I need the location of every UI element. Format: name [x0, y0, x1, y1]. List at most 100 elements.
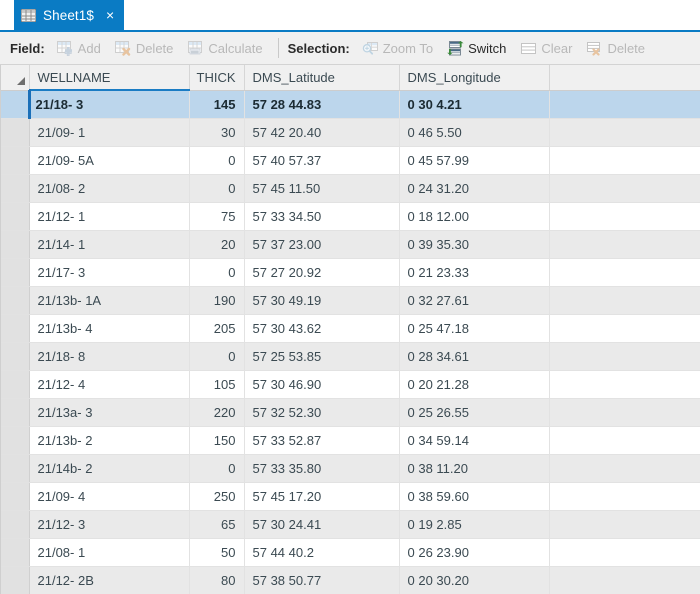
cell-dms-latitude[interactable]: 57 32 52.30	[244, 398, 400, 427]
cell-empty[interactable]	[549, 286, 700, 315]
table-row[interactable]: 21/17- 3 0 57 27 20.92 0 21 23.33	[1, 258, 700, 287]
close-icon[interactable]: ×	[104, 7, 116, 23]
cell-dms-latitude[interactable]: 57 33 52.87	[244, 426, 400, 455]
cell-wellname[interactable]: 21/13a- 3	[29, 398, 190, 427]
cell-dms-longitude[interactable]: 0 34 59.14	[399, 426, 550, 455]
cell-dms-latitude[interactable]: 57 45 11.50	[244, 174, 400, 203]
cell-wellname[interactable]: 21/18- 3	[27, 90, 190, 119]
row-selector-cell[interactable]	[1, 454, 30, 483]
cell-dms-longitude[interactable]: 0 20 30.20	[399, 566, 550, 594]
cell-dms-latitude[interactable]: 57 37 23.00	[244, 230, 400, 259]
cell-empty[interactable]	[549, 342, 700, 371]
selection-switch-button[interactable]: Switch	[441, 38, 512, 59]
selection-clear-button[interactable]: Clear	[514, 38, 578, 59]
cell-thick[interactable]: 80	[189, 566, 245, 594]
cell-empty[interactable]	[549, 118, 700, 147]
cell-dms-longitude[interactable]: 0 45 57.99	[399, 146, 550, 175]
cell-empty[interactable]	[549, 230, 700, 259]
table-row[interactable]: 21/12- 2B 80 57 38 50.77 0 20 30.20	[1, 566, 700, 594]
row-selector-cell[interactable]	[1, 510, 30, 539]
table-row[interactable]: 21/08- 1 50 57 44 40.2 0 26 23.90	[1, 538, 700, 567]
cell-empty[interactable]	[549, 146, 700, 175]
tab-sheet1[interactable]: Sheet1$ ×	[14, 0, 125, 30]
table-row[interactable]: 21/13b- 2 150 57 33 52.87 0 34 59.14	[1, 426, 700, 455]
table-row[interactable]: 21/09- 1 30 57 42 20.40 0 46 5.50	[1, 118, 700, 147]
cell-dms-longitude[interactable]: 0 38 11.20	[399, 454, 550, 483]
cell-thick[interactable]: 145	[189, 90, 245, 119]
cell-empty[interactable]	[549, 314, 700, 343]
cell-dms-latitude[interactable]: 57 33 34.50	[244, 202, 400, 231]
cell-thick[interactable]: 105	[189, 370, 245, 399]
cell-empty[interactable]	[549, 202, 700, 231]
cell-thick[interactable]: 150	[189, 426, 245, 455]
column-header-dms-latitude[interactable]: DMS_Latitude	[244, 65, 400, 91]
cell-thick[interactable]: 0	[189, 174, 245, 203]
row-selector-cell[interactable]	[1, 538, 30, 567]
table-row[interactable]: 21/13b- 1A 190 57 30 49.19 0 32 27.61	[1, 286, 700, 315]
row-selector-cell[interactable]	[1, 90, 30, 119]
cell-empty[interactable]	[549, 538, 700, 567]
cell-wellname[interactable]: 21/13b- 2	[29, 426, 190, 455]
cell-thick[interactable]: 220	[189, 398, 245, 427]
column-header-thick[interactable]: THICK	[189, 65, 245, 91]
cell-wellname[interactable]: 21/14- 1	[29, 230, 190, 259]
row-selector-cell[interactable]	[1, 370, 30, 399]
cell-thick[interactable]: 0	[189, 258, 245, 287]
cell-empty[interactable]	[549, 454, 700, 483]
cell-wellname[interactable]: 21/17- 3	[29, 258, 190, 287]
cell-dms-longitude[interactable]: 0 25 47.18	[399, 314, 550, 343]
row-selector-cell[interactable]	[1, 566, 30, 594]
cell-dms-latitude[interactable]: 57 30 49.19	[244, 286, 400, 315]
table-row[interactable]: 21/12- 3 65 57 30 24.41 0 19 2.85	[1, 510, 700, 539]
table-row[interactable]: 21/13b- 4 205 57 30 43.62 0 25 47.18	[1, 314, 700, 343]
cell-wellname[interactable]: 21/09- 5A	[29, 146, 190, 175]
cell-dms-latitude[interactable]: 57 33 35.80	[244, 454, 400, 483]
cell-thick[interactable]: 205	[189, 314, 245, 343]
field-add-button[interactable]: Add	[51, 38, 107, 59]
cell-thick[interactable]: 0	[189, 146, 245, 175]
cell-thick[interactable]: 65	[189, 510, 245, 539]
cell-wellname[interactable]: 21/13b- 1A	[29, 286, 190, 315]
cell-thick[interactable]: 190	[189, 286, 245, 315]
cell-empty[interactable]	[549, 90, 700, 119]
selection-zoom-to-button[interactable]: Zoom To	[356, 38, 439, 59]
table-row[interactable]: 21/14- 1 20 57 37 23.00 0 39 35.30	[1, 230, 700, 259]
cell-wellname[interactable]: 21/08- 1	[29, 538, 190, 567]
row-selector-cell[interactable]	[1, 482, 30, 511]
cell-dms-longitude[interactable]: 0 28 34.61	[399, 342, 550, 371]
cell-dms-latitude[interactable]: 57 30 46.90	[244, 370, 400, 399]
cell-empty[interactable]	[549, 174, 700, 203]
column-header-wellname[interactable]: WELLNAME	[29, 65, 190, 91]
cell-dms-latitude[interactable]: 57 40 57.37	[244, 146, 400, 175]
cell-dms-longitude[interactable]: 0 39 35.30	[399, 230, 550, 259]
row-selector-cell[interactable]	[1, 398, 30, 427]
cell-dms-latitude[interactable]: 57 42 20.40	[244, 118, 400, 147]
row-selector-cell[interactable]	[1, 426, 30, 455]
cell-wellname[interactable]: 21/12- 2B	[29, 566, 190, 594]
cell-dms-longitude[interactable]: 0 25 26.55	[399, 398, 550, 427]
table-row[interactable]: 21/09- 4 250 57 45 17.20 0 38 59.60	[1, 482, 700, 511]
cell-dms-longitude[interactable]: 0 20 21.28	[399, 370, 550, 399]
cell-dms-latitude[interactable]: 57 38 50.77	[244, 566, 400, 594]
cell-dms-longitude[interactable]: 0 18 12.00	[399, 202, 550, 231]
cell-wellname[interactable]: 21/12- 3	[29, 510, 190, 539]
cell-empty[interactable]	[549, 426, 700, 455]
row-selector-cell[interactable]	[1, 174, 30, 203]
field-delete-button[interactable]: Delete	[109, 38, 180, 59]
cell-dms-longitude[interactable]: 0 46 5.50	[399, 118, 550, 147]
cell-wellname[interactable]: 21/09- 1	[29, 118, 190, 147]
cell-wellname[interactable]: 21/08- 2	[29, 174, 190, 203]
cell-dms-longitude[interactable]: 0 24 31.20	[399, 174, 550, 203]
attribute-grid[interactable]: WELLNAME THICK DMS_Latitude DMS_Longitud…	[0, 65, 700, 594]
cell-empty[interactable]	[549, 398, 700, 427]
cell-empty[interactable]	[549, 566, 700, 594]
table-row[interactable]: 21/12- 4 105 57 30 46.90 0 20 21.28	[1, 370, 700, 399]
cell-thick[interactable]: 0	[189, 342, 245, 371]
cell-thick[interactable]: 30	[189, 118, 245, 147]
cell-empty[interactable]	[549, 482, 700, 511]
cell-empty[interactable]	[549, 510, 700, 539]
table-row[interactable]: 21/13a- 3 220 57 32 52.30 0 25 26.55	[1, 398, 700, 427]
row-selector-cell[interactable]	[1, 314, 30, 343]
column-header-dms-longitude[interactable]: DMS_Longitude	[399, 65, 550, 91]
column-header-empty[interactable]	[549, 65, 700, 91]
